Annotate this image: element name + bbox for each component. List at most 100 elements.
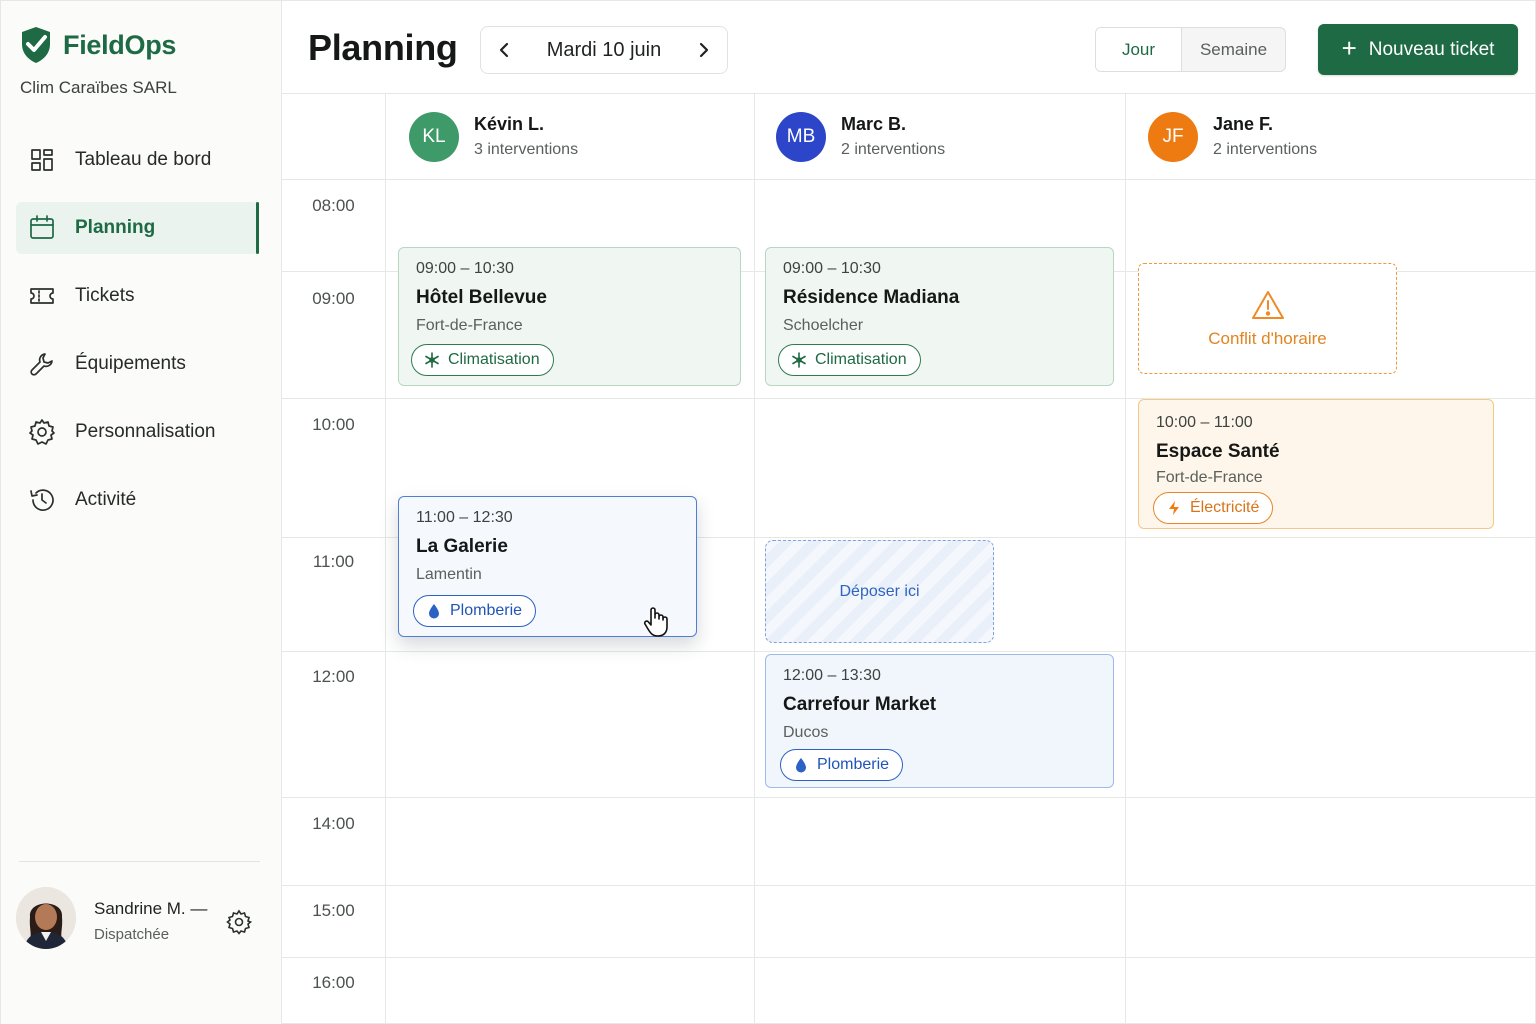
user-profile[interactable]: Sandrine M. — Dispatchée — [16, 887, 266, 949]
technician-header-kevin[interactable]: KL Kévin L. 3 interventions — [409, 94, 578, 179]
category-tag: Climatisation — [778, 344, 921, 376]
event-location: Fort-de-France — [1156, 469, 1263, 486]
event-title: La Galerie — [416, 536, 508, 557]
event-card-carrefour-market[interactable]: 12:00 – 13:30 Carrefour Market Ducos Plo… — [765, 654, 1114, 788]
time-label: 10:00 — [312, 415, 355, 434]
event-title: Hôtel Bellevue — [416, 287, 547, 308]
avatar: MB — [776, 111, 826, 162]
app-logo[interactable]: FieldOps — [19, 25, 176, 65]
current-date: Mardi 10 juin — [546, 38, 662, 61]
time-label: 14:00 — [312, 814, 355, 833]
view-day-button[interactable]: Jour — [1096, 28, 1182, 71]
drop-icon — [429, 604, 439, 619]
avatar: JF — [1148, 111, 1198, 162]
new-ticket-button[interactable]: + Nouveau ticket — [1318, 24, 1518, 75]
time-label: 11:00 — [312, 552, 355, 571]
top-header: Planning Mardi 10 juin Jour Semaine + No… — [282, 0, 1536, 94]
view-week-button[interactable]: Semaine — [1182, 28, 1285, 71]
event-time: 11:00 – 12:30 — [416, 509, 513, 526]
sidebar-item-equipements[interactable]: Équipements — [16, 338, 259, 390]
time-label: 09:00 — [312, 289, 355, 308]
wrench-icon — [27, 349, 57, 379]
event-card-espace-sante[interactable]: 10:00 – 11:00 Espace Santé Fort-de-Franc… — [1138, 399, 1494, 529]
grid-line — [282, 885, 1535, 886]
grid-line — [1125, 94, 1126, 1023]
history-icon — [27, 485, 57, 515]
event-time: 09:00 – 10:30 — [416, 260, 514, 277]
category-tag: Plomberie — [413, 595, 537, 627]
new-ticket-label: Nouveau ticket — [1368, 38, 1495, 60]
sidebar-item-label: Personnalisation — [75, 421, 216, 442]
sidebar-item-label: Tickets — [75, 285, 135, 306]
sidebar-item-label: Planning — [75, 217, 156, 238]
sidebar-item-activite[interactable]: Activité — [16, 474, 259, 526]
grid-line — [282, 957, 1535, 958]
avatar[interactable] — [16, 887, 76, 949]
event-card-residence-madiana[interactable]: 09:00 – 10:30 Résidence Madiana Schoelch… — [765, 247, 1114, 386]
grid-line — [282, 797, 1535, 798]
category-tag: Électricité — [1153, 492, 1274, 524]
category-tag-label: Climatisation — [815, 351, 907, 368]
date-navigator: Mardi 10 juin — [480, 26, 728, 74]
sidebar: FieldOps Clim Caraïbes SARL Tableau de b… — [0, 0, 282, 1024]
page-title: Planning — [308, 27, 458, 68]
sidebar-item-tickets[interactable]: Tickets — [16, 270, 259, 322]
grid-line — [282, 651, 1535, 652]
gear-icon — [27, 417, 57, 447]
event-time: 12:00 – 13:30 — [783, 667, 881, 684]
event-title: Espace Santé — [1156, 441, 1280, 462]
time-label: 16:00 — [312, 973, 355, 992]
technician-name: Kévin L. — [474, 114, 545, 134]
grid-line — [282, 179, 1535, 180]
technician-intervention-count: 2 interventions — [841, 141, 946, 158]
sidebar-item-label: Activité — [75, 489, 137, 510]
warning-icon — [1251, 290, 1284, 319]
app-name: FieldOps — [63, 29, 177, 60]
dashboard-icon — [27, 145, 57, 175]
user-name: Sandrine M. — — [94, 899, 208, 918]
technician-name: Marc B. — [841, 114, 907, 134]
lightning-icon — [1169, 501, 1179, 515]
plus-icon: + — [1341, 33, 1357, 63]
sidebar-item-dashboard[interactable]: Tableau de bord — [16, 134, 259, 186]
day-calendar: 08:00 09:00 10:00 11:00 12:00 14:00 15:0… — [282, 94, 1536, 1024]
grid-line — [385, 94, 386, 1023]
technician-header-marc[interactable]: MB Marc B. 2 interventions — [776, 94, 945, 179]
event-time: 09:00 – 10:30 — [783, 260, 881, 277]
calendar-icon — [27, 213, 57, 243]
technician-name: Jane F. — [1213, 114, 1274, 134]
category-tag-label: Climatisation — [448, 351, 540, 368]
sidebar-item-label: Tableau de bord — [75, 149, 212, 170]
time-label: 12:00 — [312, 667, 355, 686]
category-tag: Climatisation — [411, 344, 554, 376]
snowflake-icon — [792, 352, 806, 368]
event-location: Ducos — [783, 724, 829, 741]
time-label: 08:00 — [312, 196, 355, 215]
category-tag-label: Plomberie — [450, 602, 523, 619]
technician-intervention-count: 2 interventions — [1213, 141, 1318, 158]
previous-day-button[interactable] — [481, 27, 529, 73]
user-settings-gear-icon[interactable] — [226, 909, 253, 935]
chevron-left-icon — [499, 42, 509, 58]
technician-header-jane[interactable]: JF Jane F. 2 interventions — [1148, 94, 1317, 179]
event-title: Résidence Madiana — [783, 287, 960, 308]
next-day-button[interactable] — [679, 27, 727, 73]
event-location: Schoelcher — [783, 317, 864, 334]
time-label: 15:00 — [312, 901, 355, 920]
sidebar-divider — [19, 861, 260, 862]
event-card-hotel-bellevue[interactable]: 09:00 – 10:30 Hôtel Bellevue Fort-de-Fra… — [398, 247, 741, 386]
category-tag: Plomberie — [780, 749, 904, 781]
sidebar-item-planning[interactable]: Planning — [16, 202, 259, 254]
event-title: Carrefour Market — [783, 694, 937, 715]
event-location: Lamentin — [416, 566, 482, 583]
user-role: Dispatchée — [94, 926, 170, 943]
sidebar-item-personnalisation[interactable]: Personnalisation — [16, 406, 259, 458]
sidebar-nav: Tableau de bord Planning Tickets Équipem… — [16, 134, 259, 542]
drop-zone[interactable]: Déposer ici — [765, 540, 994, 643]
schedule-conflict-warning[interactable]: Conflit d'horaire — [1138, 263, 1397, 374]
avatar: KL — [409, 111, 459, 162]
sidebar-item-label: Équipements — [75, 353, 186, 374]
company-name: Clim Caraïbes SARL — [20, 78, 177, 97]
conflict-label: Conflit d'horaire — [1208, 328, 1327, 348]
drop-zone-label: Déposer ici — [839, 582, 920, 600]
